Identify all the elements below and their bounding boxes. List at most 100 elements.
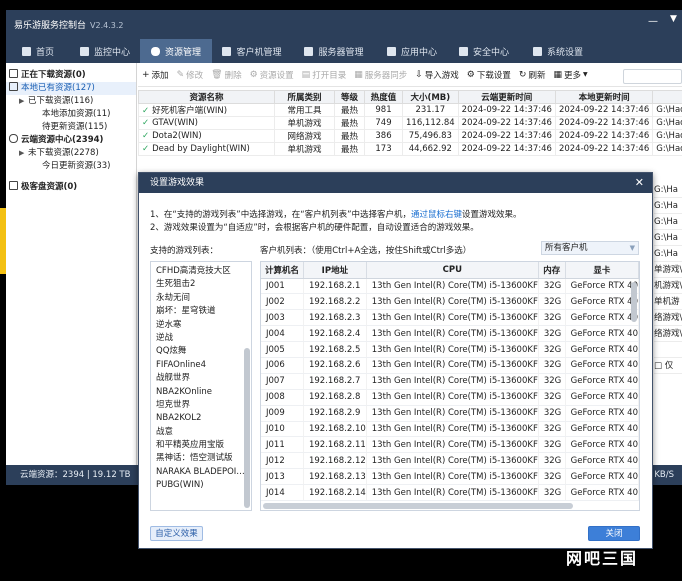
client-row[interactable]: J009 192.168.2.9 13th Gen Intel(R) Core(TM… (261, 405, 639, 422)
toolbar-9-button[interactable]: ▦ 更多 ▼ (549, 69, 591, 81)
minimize-icon[interactable]: — (648, 16, 658, 27)
grid-column-header[interactable]: 本地更新时间 (554, 90, 654, 104)
expand-arrow-icon[interactable]: ▶ (19, 95, 24, 108)
table-row[interactable]: ✓ Dota2(WIN) 网络游戏 最热 386 75,496.83 2024-09-22 … (138, 129, 682, 143)
clients-hscrollbar[interactable] (263, 503, 573, 509)
client-group-select[interactable]: 所有客户机 ▼ (541, 241, 639, 255)
toolbar-2-button[interactable]: 🗑 删除 (207, 69, 245, 81)
tree-item[interactable]: 极客盘资源(0) (6, 181, 136, 194)
game-list-item[interactable]: 崩坏：星穹铁道 (151, 305, 251, 318)
games-scrollbar[interactable] (244, 348, 250, 508)
client-row[interactable]: J010 192.168.2.10 13th Gen Intel(R) Core(T… (261, 421, 639, 438)
nav-client[interactable]: 客户机管理 (212, 39, 292, 63)
client-row[interactable]: J005 192.168.2.5 13th Gen Intel(R) Core(TM… (261, 341, 639, 358)
client-cell: GeForce RTX 40 (565, 309, 639, 327)
toolbar-4-button[interactable]: ▤ 打开目录 (298, 69, 351, 81)
cell-text: 2024-09-22 14:37:46 (558, 105, 650, 115)
tree-item[interactable]: 本地添加资源(11) (6, 108, 136, 121)
expand-arrow-icon[interactable]: ▶ (19, 147, 24, 160)
clients-vscrollbar[interactable] (631, 282, 637, 322)
custom-effect-button[interactable]: 自定义效果 (150, 526, 203, 541)
nav-gear[interactable]: 系统设置 (520, 39, 596, 63)
chevron-down-icon: ▼ (629, 244, 635, 252)
grid-column-header[interactable]: 等级 (334, 90, 365, 104)
search-input[interactable] (623, 69, 682, 84)
table-row[interactable]: ✓ GTAV(WIN) 单机游戏 最热 749 116,112.84 2024-09-22 … (138, 116, 682, 130)
toolbar-1-button[interactable]: ✎ 修改 (173, 69, 208, 81)
client-column-header[interactable]: 内存 (538, 262, 566, 279)
client-row[interactable]: J008 192.168.2.8 13th Gen Intel(R) Core(TM… (261, 389, 639, 406)
grid-column-header[interactable]: 云端更新时间 (457, 90, 556, 104)
game-list-item[interactable]: 黑神话：悟空测试版 (151, 452, 251, 465)
game-list-item[interactable]: 和平精英应用宝版 (151, 439, 251, 452)
client-row[interactable]: J004 192.168.2.4 13th Gen Intel(R) Core(TM… (261, 325, 639, 343)
tree-item[interactable]: 本地已有资源(127) (6, 82, 136, 95)
toolbar-6-button[interactable]: ⇩ 导入游戏 (411, 69, 463, 81)
nav-monitor[interactable]: 监控中心 (70, 39, 140, 63)
toolbar-label: 刷新 (528, 70, 546, 81)
close-icon[interactable]: ✕ (635, 173, 644, 193)
client-row[interactable]: J014 192.168.2.14 13th Gen Intel(R) Core(T… (261, 484, 639, 501)
tree-item[interactable]: 云端资源中心(2394) (6, 134, 136, 147)
tree-item[interactable]: 今日更新资源(33) (6, 160, 136, 173)
client-row[interactable]: J012 192.168.2.12 13th Gen Intel(R) Core(T… (261, 452, 639, 470)
toolbar-8-button[interactable]: ↻ 刷新 (515, 69, 550, 81)
game-list-item[interactable]: 生死狙击2 (151, 278, 251, 291)
cell-text: G:\Haosiji\Re (656, 144, 682, 154)
grid-cell: 单机游戏 (274, 116, 335, 130)
game-list-item[interactable]: PUBG(WIN) (151, 479, 251, 492)
game-list-item[interactable]: 战舰世界 (151, 372, 251, 385)
nav-home[interactable]: 首页 (6, 39, 70, 63)
game-list-item[interactable]: NARAKA BLADEPOI… (151, 466, 251, 479)
toolbar-label: 服务器同步 (364, 70, 408, 81)
toolbar-3-button[interactable]: ⚙ 资源设置 (246, 69, 298, 81)
game-list-item[interactable]: NBA2KOL2 (151, 412, 251, 425)
grid-cell: 231.17 (402, 103, 459, 117)
game-list-item[interactable]: NBA2KOnline (151, 386, 251, 399)
toolbar-7-button[interactable]: ⚙ 下载设置 (463, 69, 515, 81)
nav-label: 首页 (35, 47, 54, 58)
grid-column-header[interactable]: 热度值 (364, 90, 403, 104)
client-row[interactable]: J011 192.168.2.11 13th Gen Intel(R) Core(T… (261, 436, 639, 454)
grid-column-header[interactable]: 资源名称 (138, 90, 275, 104)
game-list-item[interactable]: 永劫无间 (151, 292, 251, 305)
client-row[interactable]: J003 192.168.2.3 13th Gen Intel(R) Core(TM… (261, 309, 639, 327)
client-column-header[interactable]: CPU (366, 262, 539, 279)
client-cell: 13th Gen Intel(R) Core(TM) i5-13600KF (366, 436, 539, 454)
nav-shield[interactable]: 安全中心 (448, 39, 520, 63)
table-row[interactable]: ✓ 好死机客户端(WIN) 常用工具 最热 981 231.17 2024-09-22 14… (138, 103, 682, 117)
game-list-item[interactable]: QQ炫舞 (151, 345, 251, 358)
game-list-item[interactable]: 逆战 (151, 332, 251, 345)
client-row[interactable]: J007 192.168.2.7 13th Gen Intel(R) Core(TM… (261, 373, 639, 390)
tree-item[interactable]: 待更新资源(115) (6, 121, 136, 134)
client-column-header[interactable]: 显卡 (565, 262, 639, 279)
client-cell: 13th Gen Intel(R) Core(TM) i5-13600KF (366, 341, 539, 358)
game-list-item[interactable]: FIFAOnline4 (151, 359, 251, 372)
table-row[interactable]: ✓ Dead by Daylight(WIN) 单机游戏 最热 173 44,662.92… (138, 142, 682, 156)
menu-down-icon[interactable]: ▼ (670, 14, 677, 24)
game-list-item[interactable]: 战意 (151, 426, 251, 439)
client-row[interactable]: J002 192.168.2.2 13th Gen Intel(R) Core(TM… (261, 293, 639, 311)
client-row[interactable]: J013 192.168.2.13 13th Gen Intel(R) Core(T… (261, 468, 639, 486)
game-list-item[interactable]: 坦克世界 (151, 399, 251, 412)
client-row[interactable]: J001 192.168.2.1 13th Gen Intel(R) Core(TM… (261, 278, 639, 295)
nav-app[interactable]: 应用中心 (376, 39, 448, 63)
close-button[interactable]: 关闭 (588, 526, 640, 541)
toolbar-0-button[interactable]: + 添加 (138, 69, 173, 81)
nav-server[interactable]: 服务器管理 (292, 39, 376, 63)
tree-item[interactable]: 正在下载资源(0) (6, 69, 136, 82)
grid-column-header[interactable]: 大小(MB) (402, 90, 459, 104)
right-click-link[interactable]: 通过鼠标右键 (411, 210, 462, 220)
tree-item[interactable]: ▶ 未下载资源(2278) (6, 147, 136, 160)
toolbar-5-button[interactable]: ▦ 服务器同步 (350, 69, 411, 81)
nav-gamepad[interactable]: 资源管理 (140, 39, 212, 63)
client-column-header[interactable]: 计算机名 (261, 262, 304, 279)
tree-item[interactable]: ▶ 已下载资源(116) (6, 95, 136, 108)
client-column-header[interactable]: IP地址 (303, 262, 367, 279)
client-row[interactable]: J006 192.168.2.6 13th Gen Intel(R) Core(TM… (261, 357, 639, 374)
check-icon: ✓ (142, 131, 150, 141)
grid-column-header[interactable] (652, 90, 682, 104)
game-list-item[interactable]: CFHD高清竞技大区 (151, 265, 251, 278)
grid-column-header[interactable]: 所属类别 (274, 90, 335, 104)
game-list-item[interactable]: 逆水寒 (151, 319, 251, 332)
